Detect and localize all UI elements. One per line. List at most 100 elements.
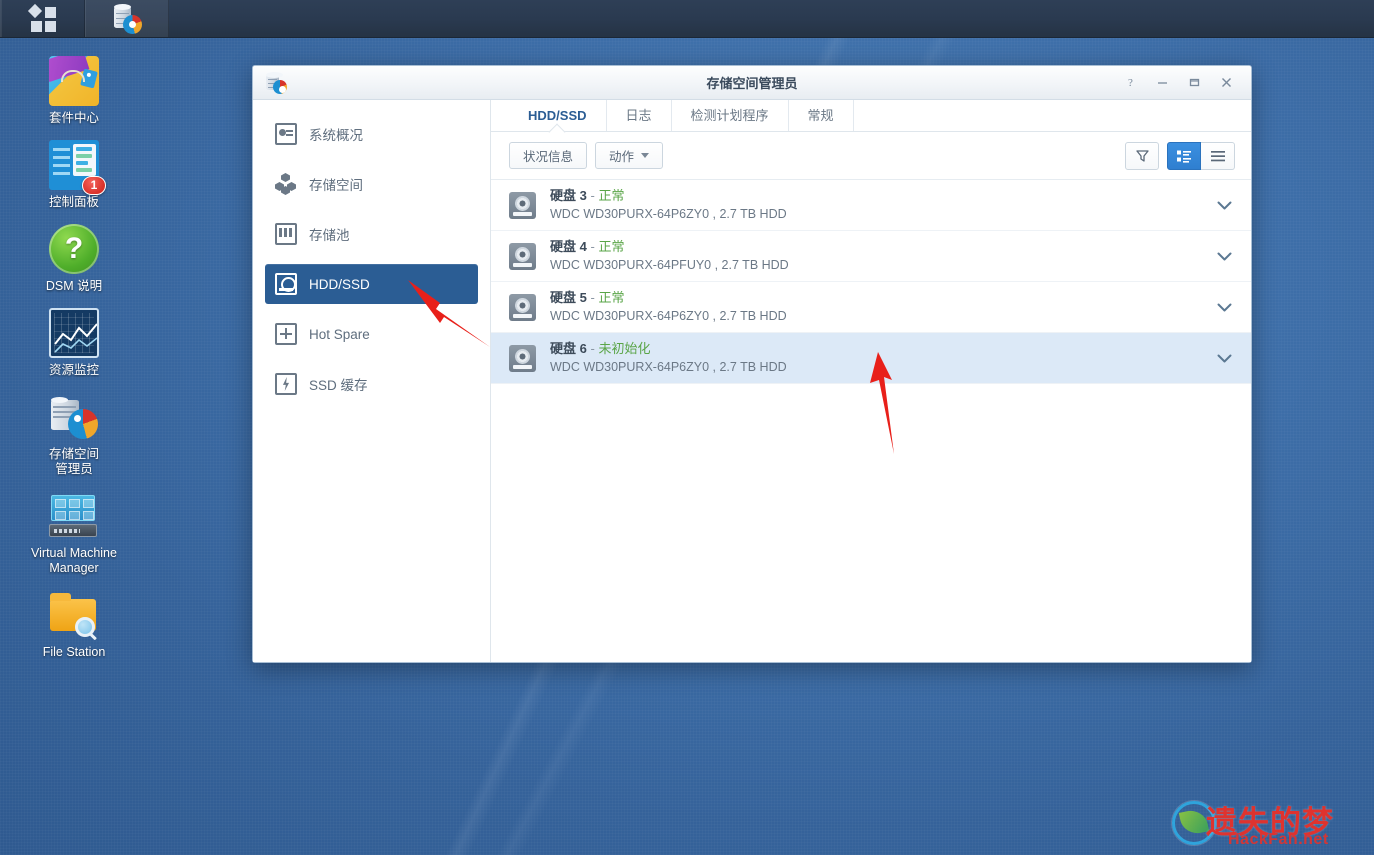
desktop-icon-package-center[interactable]: 套件中心 bbox=[22, 56, 126, 126]
disk-model: WDC WD30PURX-64P6ZY0 , 2.7 TB HDD bbox=[550, 360, 787, 374]
chevron-down-icon[interactable] bbox=[1213, 245, 1235, 267]
desktop-icon-storage-manager[interactable]: 存储空间 管理员 bbox=[22, 392, 126, 477]
disk-info: 硬盘 5 - 正常 WDC WD30PURX-64P6ZY0 , 2.7 TB … bbox=[550, 289, 1213, 325]
desktop-icon-virtual-machine-manager[interactable]: Virtual Machine Manager bbox=[22, 491, 126, 576]
chevron-down-icon bbox=[641, 153, 650, 158]
sidebar-item-label: 存储池 bbox=[309, 228, 350, 243]
list-detail-view-icon bbox=[1177, 150, 1191, 163]
help-question-icon bbox=[49, 224, 99, 274]
sidebar-item-overview[interactable]: 系统概况 bbox=[265, 114, 478, 154]
window-app-icon bbox=[265, 71, 287, 94]
storage-manager-icon bbox=[49, 392, 99, 442]
table-row[interactable]: 硬盘 6 - 未初始化 WDC WD30PURX-64P6ZY0 , 2.7 T… bbox=[491, 333, 1251, 384]
status-badge: 未初始化 bbox=[598, 341, 651, 356]
hdd-icon bbox=[509, 344, 536, 372]
hdd-icon bbox=[275, 273, 297, 295]
taskbar-app-storage-manager[interactable] bbox=[85, 0, 169, 37]
hdd-icon bbox=[509, 293, 536, 321]
sidebar-item-hdd-ssd[interactable]: HDD/SSD bbox=[265, 264, 478, 304]
health-info-label: 状况信息 bbox=[523, 150, 574, 164]
svg-text:?: ? bbox=[1128, 77, 1133, 89]
disk-title-line: 硬盘 6 - 未初始化 bbox=[550, 340, 1213, 358]
main-menu-button[interactable] bbox=[1, 0, 85, 37]
sidebar-item-ssd-cache[interactable]: SSD 缓存 bbox=[265, 364, 478, 404]
notification-badge: 1 bbox=[82, 176, 106, 195]
disk-name: 硬盘 3 bbox=[550, 188, 587, 203]
desktop-icon-label: 资源监控 bbox=[48, 363, 99, 377]
tab-schedule[interactable]: 检测计划程序 bbox=[672, 100, 789, 131]
toolbar: 状况信息 动作 bbox=[491, 132, 1251, 180]
watermark-en-text: HackFan.net bbox=[1228, 831, 1329, 848]
sidebar-item-label: 存储空间 bbox=[309, 178, 363, 193]
file-station-icon bbox=[49, 590, 99, 640]
table-row[interactable]: 硬盘 5 - 正常 WDC WD30PURX-64P6ZY0 , 2.7 TB … bbox=[491, 282, 1251, 333]
disk-list: 硬盘 3 - 正常 WDC WD30PURX-64P6ZY0 , 2.7 TB … bbox=[491, 180, 1251, 662]
disk-separator: - bbox=[590, 341, 595, 356]
disk-title-line: 硬盘 3 - 正常 bbox=[550, 187, 1213, 205]
window-title: 存储空间管理员 bbox=[706, 76, 798, 91]
disk-separator: - bbox=[590, 239, 595, 254]
tab-hdd-ssd[interactable]: HDD/SSD bbox=[509, 100, 607, 131]
disk-model: WDC WD30PURX-64P6ZY0 , 2.7 TB HDD bbox=[550, 309, 787, 323]
volume-icon bbox=[275, 173, 297, 195]
desktop-icon-control-panel[interactable]: 1 控制面板 bbox=[22, 140, 126, 210]
desktop: 套件中心 1 控制面板 DSM 说明 资源监控 bbox=[0, 0, 1374, 855]
disk-info: 硬盘 3 - 正常 WDC WD30PURX-64P6ZY0 , 2.7 TB … bbox=[550, 187, 1213, 223]
desktop-icon-resource-monitor[interactable]: 资源监控 bbox=[22, 308, 126, 378]
tab-log[interactable]: 日志 bbox=[607, 100, 672, 131]
chevron-down-icon[interactable] bbox=[1213, 296, 1235, 318]
desktop-icon-label-line2: 管理员 bbox=[55, 462, 93, 476]
minimize-button[interactable] bbox=[1147, 71, 1177, 95]
action-dropdown-button[interactable]: 动作 bbox=[595, 142, 664, 169]
ssd-cache-icon bbox=[275, 373, 297, 395]
help-button[interactable]: ? bbox=[1115, 71, 1145, 95]
filter-button[interactable] bbox=[1125, 141, 1159, 170]
hdd-icon bbox=[509, 242, 536, 270]
grid-menu-icon bbox=[27, 3, 56, 32]
health-info-button[interactable]: 状况信息 bbox=[509, 142, 588, 169]
chevron-down-icon[interactable] bbox=[1213, 347, 1235, 369]
list-view-icon bbox=[1210, 150, 1225, 161]
window-main: HDD/SSD 日志 检测计划程序 常规 状况信息 动作 硬盘 3 - 正常 W… bbox=[491, 100, 1251, 662]
table-row[interactable]: 硬盘 3 - 正常 WDC WD30PURX-64P6ZY0 , 2.7 TB … bbox=[491, 180, 1251, 231]
desktop-icon-label-line1: 存储空间 bbox=[48, 447, 99, 461]
tab-bar: HDD/SSD 日志 检测计划程序 常规 bbox=[491, 100, 1251, 132]
table-row[interactable]: 硬盘 4 - 正常 WDC WD30PURX-64PFUY0 , 2.7 TB … bbox=[491, 231, 1251, 282]
disk-model: WDC WD30PURX-64PFUY0 , 2.7 TB HDD bbox=[550, 258, 789, 272]
watermark: 遗失的梦 HackFan.net bbox=[1168, 795, 1368, 851]
storage-manager-icon bbox=[112, 3, 142, 34]
view-mode-group bbox=[1167, 141, 1235, 170]
disk-info: 硬盘 6 - 未初始化 WDC WD30PURX-64P6ZY0 , 2.7 T… bbox=[550, 340, 1213, 376]
desktop-icon-file-station[interactable]: File Station bbox=[22, 590, 126, 660]
control-panel-icon: 1 bbox=[49, 140, 106, 195]
chevron-down-icon[interactable] bbox=[1213, 194, 1235, 216]
sidebar-item-label: 系统概况 bbox=[309, 128, 363, 143]
status-badge: 正常 bbox=[598, 290, 625, 305]
sidebar-item-pool[interactable]: 存储池 bbox=[265, 214, 478, 254]
virtual-machine-manager-icon bbox=[49, 491, 99, 541]
tab-label: 日志 bbox=[625, 108, 652, 123]
tab-general[interactable]: 常规 bbox=[789, 100, 854, 131]
status-badge: 正常 bbox=[598, 188, 625, 203]
desktop-icon-label-line2: Manager bbox=[49, 561, 99, 575]
disk-name: 硬盘 4 bbox=[550, 239, 587, 254]
sidebar-item-hot-spare[interactable]: Hot Spare bbox=[265, 314, 478, 354]
desktop-icon-list: 套件中心 1 控制面板 DSM 说明 资源监控 bbox=[22, 56, 126, 674]
sidebar-item-label: SSD 缓存 bbox=[309, 378, 368, 393]
window-body: 系统概况 存储空间 存储池 HDD/SSD Hot Spare SSD 缓存 H… bbox=[253, 100, 1251, 662]
window-controls: ? bbox=[1115, 71, 1251, 95]
desktop-icon-label: DSM 说明 bbox=[45, 279, 103, 293]
desktop-icon-dsm-help[interactable]: DSM 说明 bbox=[22, 224, 126, 294]
view-detail-button[interactable] bbox=[1167, 141, 1201, 170]
maximize-button[interactable] bbox=[1179, 71, 1209, 95]
close-button[interactable] bbox=[1211, 71, 1241, 95]
sidebar-item-label: HDD/SSD bbox=[309, 276, 370, 292]
window-titlebar[interactable]: 存储空间管理员 ? bbox=[253, 66, 1251, 100]
sidebar-item-volume[interactable]: 存储空间 bbox=[265, 164, 478, 204]
filter-icon bbox=[1135, 150, 1149, 162]
disk-name: 硬盘 5 bbox=[550, 290, 587, 305]
pool-icon bbox=[275, 223, 297, 245]
resource-monitor-icon bbox=[49, 308, 99, 358]
taskbar bbox=[0, 0, 1374, 38]
view-list-button[interactable] bbox=[1201, 141, 1235, 170]
